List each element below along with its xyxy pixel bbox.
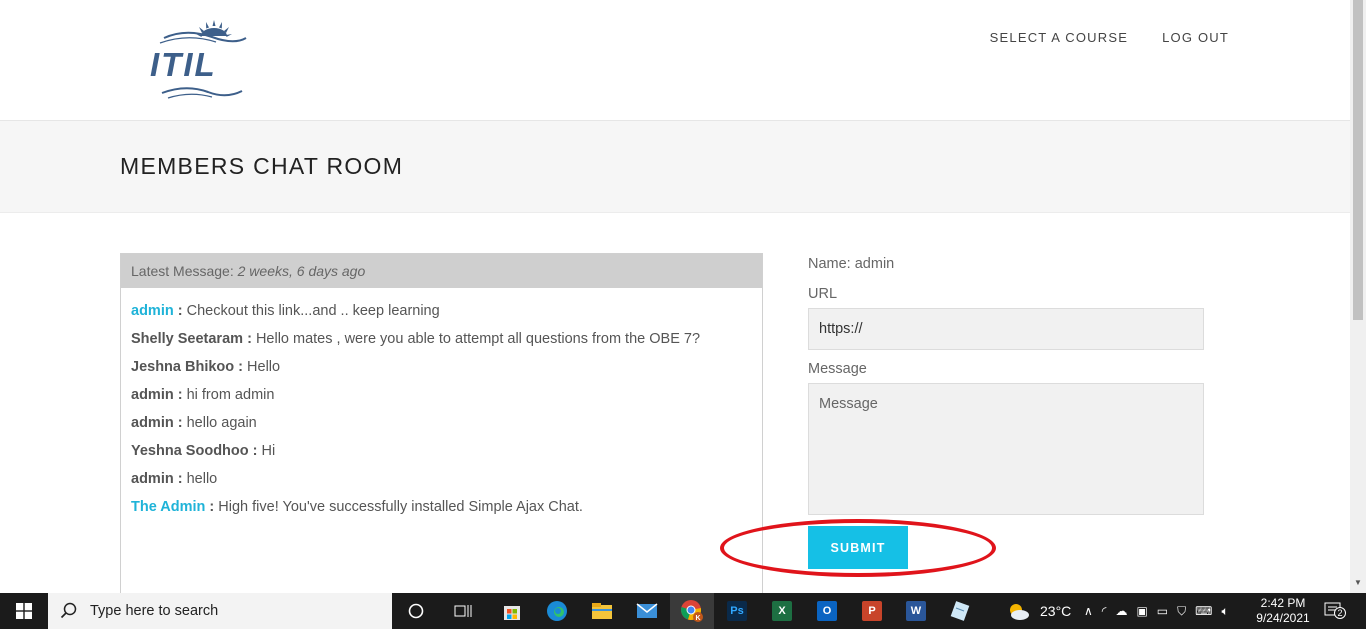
latest-message-time: 2 weeks, 6 days ago <box>237 263 366 279</box>
svg-text:K: K <box>696 615 701 622</box>
file-explorer-icon[interactable] <box>580 593 624 629</box>
nav-select-course[interactable]: SELECT A COURSE <box>990 30 1128 45</box>
chat-message-author: admin <box>131 387 174 403</box>
chat-message-author[interactable]: The Admin <box>131 499 205 515</box>
windows-logo-icon <box>16 603 32 619</box>
chat-box[interactable]: Latest Message: 2 weeks, 6 days ago admi… <box>120 253 763 593</box>
defender-shield-icon[interactable]: ⛉ <box>1177 604 1186 619</box>
task-view-icon[interactable] <box>441 593 485 629</box>
photoshop-icon[interactable]: Ps <box>715 593 759 629</box>
volume-icon[interactable]: 🔈︎ <box>1221 604 1228 619</box>
chat-message-text: Hello mates , were you able to attempt a… <box>255 331 701 347</box>
main-nav: SELECT A COURSE LOG OUT <box>990 30 1229 45</box>
chat-messages-list: admin : Checkout this link...and .. keep… <box>121 288 762 526</box>
chat-message-text: hello again <box>186 415 257 431</box>
title-band: MEMBERS CHAT ROOM <box>0 121 1350 213</box>
store-icon[interactable] <box>490 593 534 629</box>
page-title: MEMBERS CHAT ROOM <box>120 153 404 179</box>
taskbar-clock[interactable]: 2:42 PM 9/24/2021 <box>1252 596 1314 626</box>
chat-message-separator: : <box>173 415 187 431</box>
word-icon[interactable]: W <box>894 593 938 629</box>
weather-temp: 23°C <box>1040 603 1072 619</box>
message-textarea[interactable] <box>808 383 1204 515</box>
chrome-icon[interactable]: K <box>670 593 714 629</box>
outlook-icon[interactable]: O <box>805 593 849 629</box>
tray-chevron-up-icon[interactable]: ∧ <box>1084 604 1093 618</box>
edge-icon[interactable] <box>535 593 579 629</box>
message-label: Message <box>808 361 867 377</box>
chat-message: Yeshna Soodhoo : Hi <box>131 442 752 470</box>
clock-time: 2:42 PM <box>1260 596 1306 610</box>
wifi-icon[interactable]: ◜ <box>1102 604 1107 618</box>
taskbar: Type here to search K Ps X O P W 23°C ∧ … <box>0 593 1366 629</box>
meet-now-icon[interactable]: ▣ <box>1136 604 1147 618</box>
chat-message-author: Shelly Seetaram <box>131 331 244 347</box>
chat-message-separator: : <box>173 387 187 403</box>
chat-latest-message: Latest Message: 2 weeks, 6 days ago <box>121 254 762 288</box>
chat-message-author: admin <box>131 415 174 431</box>
chat-message-separator: : <box>173 303 187 319</box>
search-placeholder: Type here to search <box>90 603 219 619</box>
page-scrollbar[interactable]: ▼ <box>1350 0 1366 593</box>
chat-message-author: Jeshna Bhikoo <box>131 359 235 375</box>
notification-center-icon[interactable]: 2 <box>1324 601 1346 621</box>
chat-message-separator: : <box>173 471 187 487</box>
name-label: Name: admin <box>808 256 895 272</box>
chat-message: Jeshna Bhikoo : Hello <box>131 358 752 386</box>
chat-message-text: hello <box>186 471 218 487</box>
chat-message-text: Hello <box>247 359 281 375</box>
url-input[interactable] <box>808 308 1204 350</box>
power-icon[interactable]: ▭ <box>1157 604 1168 618</box>
chat-message-separator: : <box>248 443 262 459</box>
system-tray: ∧ ◜ ☁ ▣ ▭ ⛉ ⌨ 🔈︎ <box>1084 593 1229 629</box>
start-button[interactable] <box>0 593 48 629</box>
scroll-down-arrow-icon[interactable]: ▼ <box>1354 578 1362 587</box>
chat-message-separator: : <box>234 359 248 375</box>
chat-message: admin : hi from admin <box>131 386 752 414</box>
chat-message-author[interactable]: admin <box>131 303 174 319</box>
notepad-icon[interactable] <box>938 593 982 629</box>
cortana-icon[interactable] <box>394 593 438 629</box>
search-icon <box>60 602 77 619</box>
chat-message: The Admin : High five! You've successful… <box>131 498 752 526</box>
logo-text: ITIL <box>150 46 217 83</box>
mail-icon[interactable] <box>625 593 669 629</box>
nav-logout[interactable]: LOG OUT <box>1162 30 1229 45</box>
taskbar-search[interactable]: Type here to search <box>48 593 392 629</box>
clock-date: 9/24/2021 <box>1256 611 1310 625</box>
chat-message-author: Yeshna Soodhoo <box>131 443 249 459</box>
logo-graphic: ITIL <box>150 20 247 99</box>
weather-cloud-sun-icon <box>1010 604 1029 620</box>
chat-message: admin : Checkout this link...and .. keep… <box>131 302 752 330</box>
input-method-icon[interactable]: ⌨ <box>1195 604 1212 618</box>
itil-logo[interactable]: ITIL <box>146 14 262 104</box>
scrollbar-thumb[interactable] <box>1353 0 1363 320</box>
chat-message-author: admin <box>131 471 174 487</box>
latest-message-label: Latest Message: <box>131 263 234 279</box>
chat-message: admin : hello again <box>131 414 752 442</box>
powerpoint-icon[interactable]: P <box>850 593 894 629</box>
chat-message-text: High five! You've successfully installed… <box>218 499 583 515</box>
chat-message: admin : hello <box>131 470 752 498</box>
page: ITIL SELECT A COURSE LOG OUT MEMBERS CHA… <box>0 0 1350 593</box>
weather-widget[interactable]: 23°C <box>1006 593 1071 629</box>
notification-count-badge: 2 <box>1334 607 1346 619</box>
excel-icon[interactable]: X <box>760 593 804 629</box>
chat-message: Shelly Seetaram : Hello mates , were you… <box>131 330 752 358</box>
site-header: ITIL SELECT A COURSE LOG OUT <box>0 0 1350 121</box>
chat-message-text: Checkout this link...and .. keep learnin… <box>186 303 440 319</box>
chat-message-text: Hi <box>261 443 276 459</box>
chat-message-separator: : <box>243 331 256 347</box>
submit-button[interactable]: SUBMIT <box>808 526 908 569</box>
chat-message-text: hi from admin <box>186 387 275 403</box>
url-label: URL <box>808 286 838 302</box>
onedrive-icon[interactable]: ☁ <box>1115 604 1127 618</box>
chat-message-separator: : <box>205 499 219 515</box>
